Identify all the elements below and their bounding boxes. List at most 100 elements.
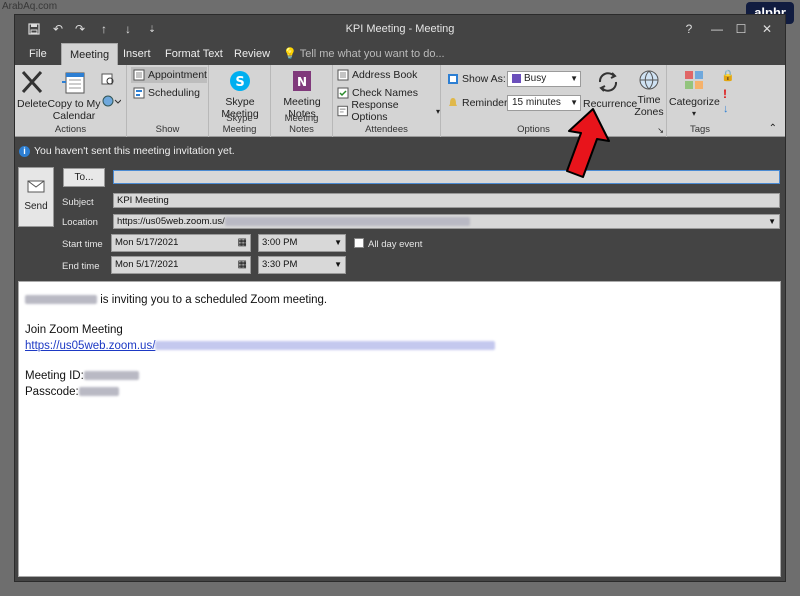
group-actions: Delete Copy to My Calendar Actions — [15, 65, 127, 137]
end-date-field[interactable]: Mon 5/17/2021 ▦ — [111, 256, 251, 274]
screenshot-frame: ArabAq.com alphr ↶ ↷ ↑ ↓ ⇣ KPI Meeting -… — [0, 0, 800, 596]
help-button[interactable]: ? — [677, 20, 701, 38]
show-as-icon — [448, 74, 458, 84]
redacted-link — [155, 341, 496, 351]
copy-to-calendar-button[interactable]: Copy to My Calendar — [47, 68, 101, 122]
tell-me-text: Tell me what you want to do... — [299, 48, 445, 60]
close-button[interactable]: ✕ — [755, 20, 779, 38]
title-bar: ↶ ↷ ↑ ↓ ⇣ KPI Meeting - Meeting ? — ☐ ✕ — [15, 15, 785, 43]
skype-group-label: Skype Meeting — [222, 113, 257, 135]
message-body[interactable]: is inviting you to a scheduled Zoom meet… — [18, 281, 781, 577]
tab-file[interactable]: File — [21, 43, 55, 65]
chevron-down-icon: ▼ — [570, 74, 578, 83]
info-icon: i — [19, 145, 30, 157]
all-day-checkbox[interactable] — [354, 238, 364, 248]
calendar-icon[interactable]: ▦ — [238, 235, 247, 251]
chevron-down-icon[interactable]: ▼ — [768, 215, 776, 228]
skype-icon: S — [230, 71, 250, 91]
send-button[interactable]: Send — [18, 167, 54, 227]
calendar-copy-icon — [62, 72, 85, 94]
more-actions-icon[interactable] — [101, 93, 121, 109]
tab-meeting[interactable]: Meeting — [61, 43, 119, 65]
end-time-field[interactable]: 3:30 PM ▼ — [258, 256, 346, 274]
notes-group-label: Meeting Notes — [284, 113, 319, 135]
start-time-field[interactable]: 3:00 PM ▼ — [258, 234, 346, 252]
to-button[interactable]: To... — [63, 168, 105, 187]
time-zones-button[interactable]: Time Zones — [633, 68, 665, 118]
categorize-icon — [685, 71, 703, 89]
tell-me-box[interactable]: 💡 Tell me what you want to do... — [275, 43, 453, 65]
subject-label: Subject — [62, 197, 94, 208]
show-group-label: Show — [155, 124, 180, 135]
all-day-label: All day event — [368, 239, 423, 250]
svg-text:S: S — [235, 75, 244, 90]
watermark: ArabAq.com — [2, 1, 58, 12]
high-importance-icon[interactable]: ! — [723, 87, 727, 101]
private-lock-icon[interactable]: 🔒 — [721, 69, 735, 82]
actions-group-label: Actions — [54, 124, 87, 135]
reminder-label: Reminder: — [447, 95, 510, 111]
start-time-label: Start time — [62, 239, 103, 250]
tab-format-text[interactable]: Format Text — [157, 43, 231, 65]
location-field[interactable]: https://us05web.zoom.us/ ▼ — [113, 214, 780, 229]
address-book-button[interactable]: Address Book — [337, 67, 417, 83]
group-skype-meeting: S Skype Meeting Skype Meeting — [209, 65, 271, 137]
tags-group-label: Tags — [689, 124, 711, 135]
group-attendees: Address Book Check Names Response Option… — [333, 65, 441, 137]
group-meeting-notes: N Meeting Notes Meeting Notes — [271, 65, 333, 137]
end-time-label: End time — [62, 261, 100, 272]
zoom-link-line: https://us05web.zoom.us/ — [25, 340, 496, 352]
redacted-meeting-id — [83, 371, 139, 381]
ribbon-tabs: File Meeting Insert Format Text Review 💡… — [15, 43, 785, 65]
subject-field[interactable]: KPI Meeting — [113, 193, 780, 208]
delete-button[interactable]: Delete — [17, 68, 47, 110]
send-envelope-icon — [27, 180, 45, 193]
minimize-button[interactable]: — — [705, 20, 729, 38]
globe-icon — [639, 70, 659, 90]
redacted-location — [224, 216, 470, 226]
appointment-button[interactable]: Appointment — [131, 67, 207, 83]
location-label: Location — [62, 217, 98, 228]
dialog-launcher-icon[interactable]: ↘ — [657, 126, 664, 135]
recurrence-icon — [598, 72, 618, 92]
join-heading: Join Zoom Meeting — [25, 324, 123, 336]
calendar-icon[interactable]: ▦ — [238, 257, 247, 273]
check-names-icon — [337, 87, 349, 99]
group-show: Appointment Scheduling Show — [127, 65, 209, 137]
info-bar: i You haven't sent this meeting invitati… — [15, 142, 785, 160]
meeting-id-line: Meeting ID: — [25, 370, 139, 382]
response-options-button[interactable]: Response Options ▾ — [337, 99, 440, 123]
invite-line: is inviting you to a scheduled Zoom meet… — [25, 294, 327, 306]
window-title: KPI Meeting - Meeting — [345, 23, 455, 35]
to-field[interactable] — [113, 170, 780, 184]
chevron-down-icon[interactable]: ▼ — [334, 235, 342, 251]
appointment-icon — [133, 69, 145, 81]
scheduling-icon — [133, 87, 145, 99]
chevron-down-icon[interactable]: ▼ — [334, 257, 342, 273]
attendees-group-label: Attendees — [365, 124, 408, 135]
onenote-icon: N — [293, 71, 311, 91]
group-tags: Categorize ▾ 🔒 ! ↓ Tags — [667, 65, 735, 137]
forward-icon[interactable] — [101, 71, 115, 87]
low-importance-icon[interactable]: ↓ — [723, 103, 729, 115]
bell-icon — [449, 98, 457, 106]
scheduling-button[interactable]: Scheduling — [133, 85, 200, 101]
collapse-ribbon-icon[interactable]: ⌃ — [769, 123, 777, 134]
outlook-meeting-window: ↶ ↷ ↑ ↓ ⇣ KPI Meeting - Meeting ? — ☐ ✕ … — [14, 14, 786, 582]
red-arrow-annotation — [566, 108, 610, 178]
zoom-link[interactable]: https://us05web.zoom.us/ — [25, 340, 155, 352]
lightbulb-icon: 💡 — [283, 48, 297, 60]
maximize-button[interactable]: ☐ — [729, 20, 753, 38]
show-as-label: Show As: — [447, 71, 506, 87]
chevron-down-icon: ▾ — [435, 106, 440, 116]
busy-swatch — [512, 73, 521, 83]
tab-review[interactable]: Review — [226, 43, 278, 65]
info-message: You haven't sent this meeting invitation… — [34, 145, 235, 157]
start-date-field[interactable]: Mon 5/17/2021 ▦ — [111, 234, 251, 252]
chevron-down-icon: ▾ — [691, 109, 696, 118]
tab-insert[interactable]: Insert — [115, 43, 159, 65]
passcode-line: Passcode: — [25, 386, 119, 398]
categorize-button[interactable]: Categorize ▾ — [669, 68, 720, 120]
redacted-passcode — [78, 387, 119, 397]
show-as-dropdown[interactable]: Busy ▼ — [507, 71, 581, 87]
